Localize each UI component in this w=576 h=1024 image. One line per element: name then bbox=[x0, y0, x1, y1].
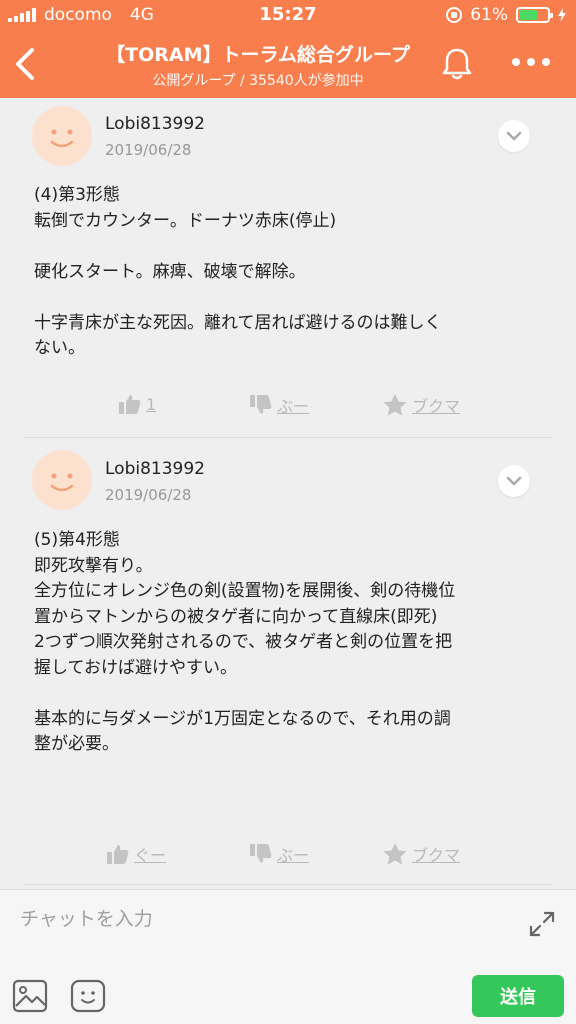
star-icon bbox=[383, 843, 407, 865]
thumbs-up-icon bbox=[119, 395, 141, 414]
bookmark-label: ブクマ bbox=[412, 846, 461, 865]
bell-icon[interactable] bbox=[437, 44, 477, 84]
avatar[interactable] bbox=[32, 450, 92, 510]
back-icon[interactable] bbox=[10, 44, 42, 84]
post-divider bbox=[24, 884, 552, 885]
post-date: 2019/06/28 bbox=[105, 486, 192, 504]
app-header: docomo 4G 15:27 61% 【TORAM】トーラム総合グループ 公開… bbox=[0, 0, 576, 98]
like-button[interactable]: 1 bbox=[118, 393, 156, 415]
thumbs-down-icon bbox=[250, 844, 272, 863]
star-icon bbox=[383, 394, 407, 416]
smiley-face-icon bbox=[50, 473, 74, 492]
battery-icon bbox=[516, 7, 553, 23]
more-menu-icon[interactable] bbox=[512, 50, 558, 74]
thumbs-up-icon bbox=[107, 845, 129, 864]
post-actions: ぐー ぶー ブクマ bbox=[0, 842, 576, 872]
charging-icon bbox=[558, 8, 566, 22]
post-body: (5)第4形態 即死攻撃有り。 全方位にオレンジ色の剣(設置物)を展開後、剣の待… bbox=[34, 530, 456, 754]
group-subtitle: 公開グループ / 35540人が参加中 bbox=[152, 73, 364, 89]
chevron-down-icon bbox=[506, 131, 522, 141]
dislike-button[interactable]: ぶー bbox=[249, 393, 309, 417]
post-menu-button[interactable] bbox=[498, 120, 530, 152]
battery-percent: 61% bbox=[470, 5, 508, 25]
chat-input[interactable]: チャットを入力 bbox=[20, 904, 500, 931]
group-title-block[interactable]: 【TORAM】トーラム総合グループ 公開グループ / 35540人が参加中 bbox=[70, 40, 446, 90]
nav-bar: 【TORAM】トーラム総合グループ 公開グループ / 35540人が参加中 bbox=[0, 30, 576, 98]
bookmark-label: ブクマ bbox=[412, 397, 461, 416]
page-title: 【TORAM】トーラム総合グループ bbox=[106, 44, 410, 66]
post-actions: 1 ぶー ブクマ bbox=[0, 393, 576, 423]
dislike-label: ぶー bbox=[277, 397, 310, 416]
dislike-button[interactable]: ぶー bbox=[249, 842, 309, 866]
bookmark-button[interactable]: ブクマ bbox=[382, 842, 460, 866]
dislike-label: ぶー bbox=[277, 846, 310, 865]
avatar[interactable] bbox=[32, 106, 92, 166]
post-divider bbox=[24, 437, 552, 438]
status-bar: docomo 4G 15:27 61% bbox=[0, 0, 576, 30]
like-label: 1 bbox=[146, 394, 157, 414]
like-button[interactable]: ぐー bbox=[106, 842, 166, 866]
post-menu-button[interactable] bbox=[498, 465, 530, 497]
bookmark-button[interactable]: ブクマ bbox=[382, 393, 460, 417]
expand-icon[interactable] bbox=[528, 910, 556, 938]
post-username[interactable]: Lobi813992 bbox=[105, 459, 205, 479]
sticker-icon[interactable] bbox=[70, 978, 106, 1014]
smiley-face-icon bbox=[50, 129, 74, 148]
post-username[interactable]: Lobi813992 bbox=[105, 114, 205, 134]
image-icon[interactable] bbox=[12, 978, 48, 1014]
post-date: 2019/06/28 bbox=[105, 141, 192, 159]
send-button[interactable]: 送信 bbox=[472, 975, 564, 1017]
like-label: ぐー bbox=[134, 846, 167, 865]
post-body: (4)第3形態 転倒でカウンター。ドーナツ赤床(停止) 硬化スタート。麻痺、破壊… bbox=[34, 185, 442, 358]
thumbs-down-icon bbox=[250, 395, 272, 414]
chevron-down-icon bbox=[506, 476, 522, 486]
rotation-lock-icon bbox=[446, 7, 463, 23]
